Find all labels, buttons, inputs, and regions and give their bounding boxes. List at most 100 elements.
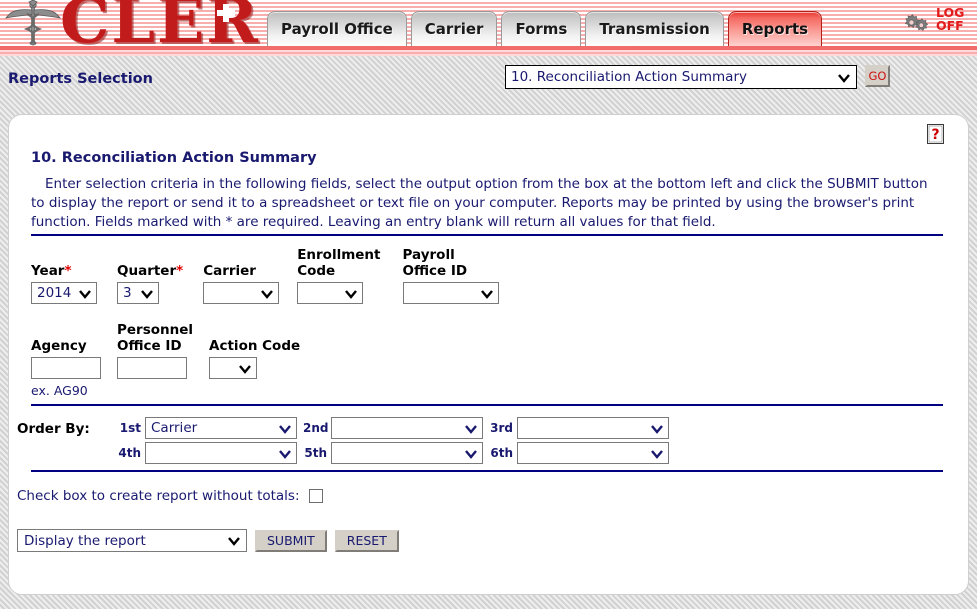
agency-input[interactable] [31,357,101,379]
main-tabs: Payroll Office Carrier Forms Transmissio… [267,2,826,46]
order-ordinal-6th: 6th [490,446,513,460]
logoff-line-2: OFF [936,18,964,33]
separator-top [31,234,943,236]
order-by-value-1: Carrier [151,420,198,436]
chevron-down-icon [228,537,240,546]
tab-carrier[interactable]: Carrier [410,11,498,46]
tab-reports[interactable]: Reports [727,11,823,46]
field-agency: Agency ex. AG90 [31,322,101,398]
tab-transmission[interactable]: Transmission [585,11,724,46]
chevron-down-icon [239,365,251,374]
no-totals-row: Check box to create report without total… [17,488,323,504]
field-personnel-office-id: Personnel Office ID [117,322,193,379]
order-by-select-2[interactable] [331,417,483,439]
reports-selection-bar: Reports Selection 10. Reconciliation Act… [0,56,977,102]
no-totals-checkbox[interactable] [308,489,323,503]
report-select[interactable]: 10. Reconciliation Action Summary [505,65,857,89]
personnel-office-id-input[interactable] [117,357,187,379]
label-text: Year [31,263,65,279]
separator-bottom [31,470,943,472]
tab-label: Transmission [599,20,710,38]
chevron-down-icon [838,74,850,83]
tab-payroll-office[interactable]: Payroll Office [267,11,407,46]
order-by-select-3[interactable] [517,417,669,439]
report-picker-group: 10. Reconciliation Action Summary GO [505,65,890,89]
field-label-carrier: Carrier [203,263,256,279]
chevron-down-icon [279,425,291,434]
chevron-down-icon [465,450,477,459]
order-ordinal-4th: 4th [118,446,141,460]
order-by-select-5[interactable] [331,442,483,464]
label-text: Action Code [209,338,301,354]
chevron-down-icon [651,450,663,459]
field-action-code: Action Code [209,322,300,379]
cross-icon [217,4,235,22]
separator-middle [31,404,943,406]
svg-text:?: ? [931,127,939,143]
chevron-down-icon [651,425,663,434]
gears-icon[interactable] [897,12,931,34]
output-option-value: Display the report [24,532,146,549]
reset-button[interactable]: RESET [334,529,399,552]
chevron-down-icon [465,425,477,434]
order-by-select-4[interactable] [145,442,297,464]
report-criteria-panel: ? 10. Reconciliation Action Summary Ente… [8,114,969,595]
field-label-personnel-office-id: Personnel Office ID [117,322,194,354]
order-by-select-6[interactable] [517,442,669,464]
chevron-down-icon [141,290,153,299]
criteria-row-1: Year* 2014 Quarter* 3 Carrier Enrollment… [31,247,499,304]
submit-button[interactable]: SUBMIT [255,529,327,552]
field-label-year: Year* [31,263,97,279]
logoff-button[interactable]: LOG OFF [936,6,964,32]
go-button[interactable]: GO [865,65,890,87]
required-asterisk: * [176,263,184,279]
chevron-down-icon [279,450,291,459]
chevron-down-icon [79,290,91,299]
tab-label: Payroll Office [281,20,393,38]
field-enrollment-code: Enrollment Code [297,247,381,304]
field-year: Year* 2014 [31,263,97,304]
field-label-action-code: Action Code [209,322,300,354]
label-text: Quarter [117,263,177,279]
report-select-value: 10. Reconciliation Action Summary [511,69,747,85]
chevron-down-icon [480,290,493,299]
help-question-icon[interactable]: ? [927,124,944,144]
panel-instructions: Enter selection criteria in the followin… [31,176,928,230]
payroll-office-id-select[interactable] [402,282,499,304]
order-by-row-2: 4th 5th 6th [117,442,669,464]
actions-row: Display the report SUBMIT RESET [17,529,399,552]
field-label-agency: Agency [31,322,101,354]
required-asterisk: * [64,263,72,279]
tab-label: Forms [515,20,568,38]
tab-label: Carrier [424,20,484,38]
tab-forms[interactable]: Forms [501,11,582,46]
field-label-enrollment-code: Enrollment Code [297,247,381,279]
order-ordinal-5th: 5th [304,446,327,460]
field-carrier: Carrier [203,263,280,304]
order-ordinal-3rd: 3rd [490,421,513,435]
output-option-select[interactable]: Display the report [17,529,247,552]
chevron-down-icon [345,290,358,299]
agency-hint: ex. AG90 [31,383,88,398]
order-by-row-1: 1st Carrier 2nd 3rd [117,417,669,439]
panel-title: 10. Reconciliation Action Summary [31,150,317,166]
year-select[interactable]: 2014 [31,282,97,304]
order-by-label: Order By: [17,421,90,437]
caduceus-icon [5,0,61,46]
criteria-row-2: Agency ex. AG90 Personnel Office ID Acti… [31,322,300,398]
quarter-select[interactable]: 3 [117,282,159,304]
no-totals-label: Check box to create report without total… [17,488,300,504]
field-label-payroll-office-id: Payroll Office ID [402,247,468,279]
order-ordinal-1st: 1st [119,421,141,435]
order-by-select-1[interactable]: Carrier [145,417,297,439]
order-ordinal-2nd: 2nd [303,421,329,435]
app-header: CLER Payroll Office Carrier Forms Transm… [0,0,977,56]
label-text: Agency [31,338,87,354]
page-title: Reports Selection [8,71,153,87]
enrollment-code-select[interactable] [297,282,364,304]
chevron-down-icon [261,290,274,299]
action-code-select[interactable] [209,357,258,379]
carrier-select[interactable] [203,282,280,304]
quarter-value: 3 [123,285,132,301]
tab-label: Reports [741,20,809,38]
